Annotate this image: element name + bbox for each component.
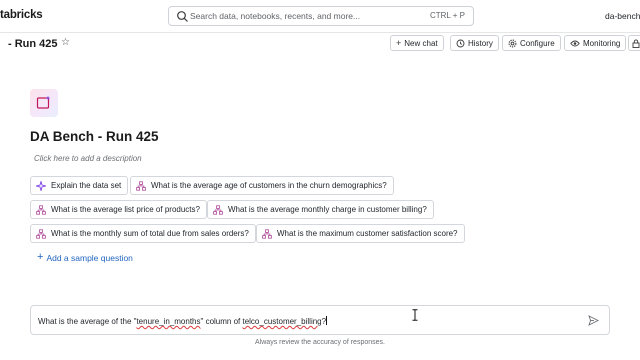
ibeam-cursor-icon (412, 309, 418, 321)
global-search[interactable]: Search data, notebooks, recents, and mor… (168, 6, 474, 26)
eye-icon (570, 40, 580, 46)
plus-icon: + (37, 251, 44, 263)
configure-label: Configure (520, 38, 555, 48)
text-caret (326, 316, 328, 325)
flow-icon (36, 204, 46, 215)
chat-input-text-start: What is the average of the " (38, 317, 137, 326)
page-title: - Run 425 (8, 38, 58, 50)
chip-label: Explain the data set (51, 181, 122, 190)
search-icon (177, 11, 188, 22)
monitoring-button[interactable]: Monitoring (564, 35, 627, 51)
flow-icon (262, 228, 272, 239)
monitoring-label: Monitoring (583, 38, 621, 48)
share-button[interactable] (628, 35, 640, 51)
search-shortcut: CTRL + P (429, 11, 465, 20)
flow-icon (36, 228, 46, 239)
chat-input[interactable]: What is the average of the "tenure_in_mo… (30, 305, 610, 335)
accuracy-disclaimer: Always review the accuracy of responses. (255, 339, 385, 346)
chip-label: What is the average list price of produc… (51, 205, 200, 214)
sample-question-chip[interactable]: What is the average list price of produc… (30, 200, 207, 219)
sample-question-chip[interactable]: Explain the data set (30, 176, 129, 195)
lock-icon (632, 39, 640, 48)
configure-button[interactable]: Configure (502, 35, 561, 51)
chat-input-table-name: telco_customer_billing (242, 317, 322, 326)
space-title: DA Bench - Run 425 (30, 129, 159, 144)
chip-label: What is the average monthly charge in cu… (228, 205, 427, 214)
top-bar: tabricks Search data, notebooks, recents… (0, 0, 640, 33)
chat-input-text[interactable]: What is the average of the "tenure_in_mo… (38, 316, 328, 326)
chat-input-text-middle: " column of (200, 317, 243, 326)
sparkle-icon (36, 180, 46, 191)
sample-question-chip[interactable]: What is the average monthly charge in cu… (207, 200, 434, 219)
add-sample-question-link[interactable]: + Add a sample question (37, 252, 133, 263)
plus-icon: + (396, 37, 402, 48)
chip-label: What is the average age of customers in … (151, 181, 387, 190)
chat-input-column-name: tenure_in_months (136, 317, 201, 326)
sample-question-chip[interactable]: What is the average age of customers in … (130, 176, 394, 195)
sample-question-chip[interactable]: What is the monthly sum of total due fro… (30, 224, 256, 243)
workspace-user[interactable]: da-bench (605, 11, 640, 21)
new-chat-button[interactable]: + New chat (390, 35, 444, 51)
search-placeholder: Search data, notebooks, recents, and mor… (190, 11, 361, 21)
gear-icon (508, 39, 517, 47)
brand-logo[interactable]: tabricks (0, 9, 43, 21)
chat-sparkle-icon (36, 95, 51, 109)
sample-question-chip[interactable]: What is the maximum customer satisfactio… (256, 224, 465, 243)
flow-icon (213, 204, 223, 215)
send-icon[interactable] (588, 315, 599, 326)
history-label: History (468, 38, 493, 48)
add-sample-question-label: Add a sample question (46, 252, 133, 263)
chip-label: What is the monthly sum of total due fro… (51, 229, 249, 238)
history-button[interactable]: History (450, 35, 499, 51)
chip-label: What is the maximum customer satisfactio… (277, 229, 458, 238)
star-icon[interactable]: ☆ (61, 37, 70, 48)
history-icon (456, 39, 465, 47)
flow-icon (136, 180, 146, 191)
genie-space-icon (30, 89, 58, 117)
description-field[interactable]: Click here to add a description (34, 154, 142, 163)
new-chat-label: New chat (404, 38, 438, 48)
